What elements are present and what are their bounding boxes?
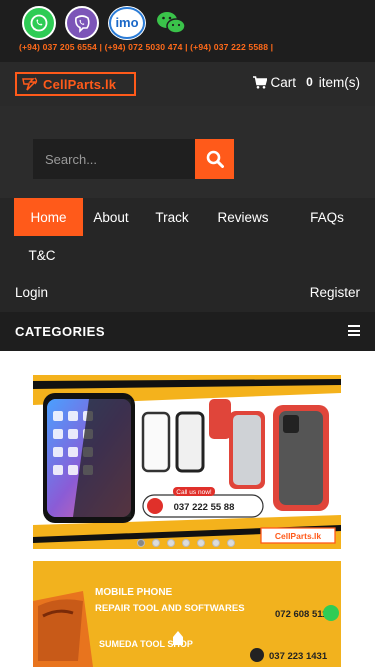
nav-item-reviews[interactable]: Reviews bbox=[208, 198, 278, 236]
cart-label: Cart bbox=[270, 74, 297, 90]
slider-dot[interactable] bbox=[137, 539, 145, 547]
cart-icon bbox=[252, 75, 267, 89]
cart-count: 0 bbox=[306, 75, 313, 89]
phone-numbers: (+94) 037 205 6554 | (+94) 072 5030 474 … bbox=[19, 42, 274, 52]
banner1-brand: CellParts.lk bbox=[275, 531, 322, 541]
main-content: Call us now! 037 222 55 88 CellParts.lk … bbox=[0, 351, 375, 667]
banner2-line2: REPAIR TOOL AND SOFTWARES bbox=[95, 603, 245, 614]
categories-bar[interactable]: CATEGORIES bbox=[0, 312, 375, 351]
categories-title: CATEGORIES bbox=[15, 324, 105, 339]
banner2-phone2: 037 223 1431 bbox=[269, 651, 328, 662]
slider-dot[interactable] bbox=[182, 539, 190, 547]
phone-accessories-banner-image: Call us now! 037 222 55 88 CellParts.lk bbox=[33, 375, 341, 549]
slider-dot[interactable] bbox=[227, 539, 235, 547]
slider-dot[interactable] bbox=[197, 539, 205, 547]
search-button[interactable] bbox=[195, 139, 234, 179]
nav-item-home[interactable]: Home bbox=[14, 198, 83, 236]
whatsapp-icon[interactable] bbox=[22, 6, 56, 40]
site-logo[interactable]: CellParts.lk bbox=[15, 72, 136, 96]
search-icon bbox=[206, 150, 224, 168]
promo-banner-slider[interactable]: Call us now! 037 222 55 88 CellParts.lk bbox=[33, 375, 341, 549]
nav-item-track[interactable]: Track bbox=[145, 198, 199, 236]
nav-item-tc[interactable]: T&C bbox=[14, 236, 70, 274]
nav-item-faqs[interactable]: FAQs bbox=[300, 198, 354, 236]
messaging-apps: imo bbox=[22, 6, 187, 40]
imo-label: imo bbox=[115, 15, 138, 30]
search-section bbox=[0, 106, 375, 198]
slider-dot[interactable] bbox=[212, 539, 220, 547]
main-nav: Home About Track Reviews FAQs T&C Login … bbox=[0, 198, 375, 312]
cart-items-label: item(s) bbox=[318, 74, 360, 90]
hamburger-menu-icon[interactable] bbox=[348, 325, 360, 336]
repair-tools-banner-image: MOBILE PHONE REPAIR TOOL AND SOFTWARES S… bbox=[33, 561, 341, 667]
viber-icon[interactable] bbox=[65, 6, 99, 40]
register-link[interactable]: Register bbox=[310, 285, 360, 300]
call-us-text: Call us now! bbox=[176, 489, 212, 496]
slider-dots bbox=[137, 539, 235, 547]
logo-mark-icon bbox=[22, 77, 38, 91]
slider-dot[interactable] bbox=[167, 539, 175, 547]
login-link[interactable]: Login bbox=[15, 285, 48, 300]
search-input[interactable] bbox=[33, 139, 195, 179]
imo-icon[interactable]: imo bbox=[108, 6, 146, 40]
cart-link[interactable]: Cart 0 item(s) bbox=[252, 72, 360, 92]
slider-dot[interactable] bbox=[152, 539, 160, 547]
banner1-phone: 037 222 55 88 bbox=[174, 502, 235, 513]
wechat-icon[interactable] bbox=[155, 8, 187, 38]
nav-item-about[interactable]: About bbox=[83, 198, 139, 236]
contact-strip: imo (+94) 037 205 6554 | (+94) 072 5030 … bbox=[0, 0, 375, 62]
banner2-line1: MOBILE PHONE bbox=[95, 587, 173, 598]
site-header: CellParts.lk Cart 0 item(s) bbox=[0, 62, 375, 106]
logo-text: CellParts.lk bbox=[43, 76, 117, 92]
repair-tools-banner[interactable]: MOBILE PHONE REPAIR TOOL AND SOFTWARES S… bbox=[33, 561, 341, 667]
